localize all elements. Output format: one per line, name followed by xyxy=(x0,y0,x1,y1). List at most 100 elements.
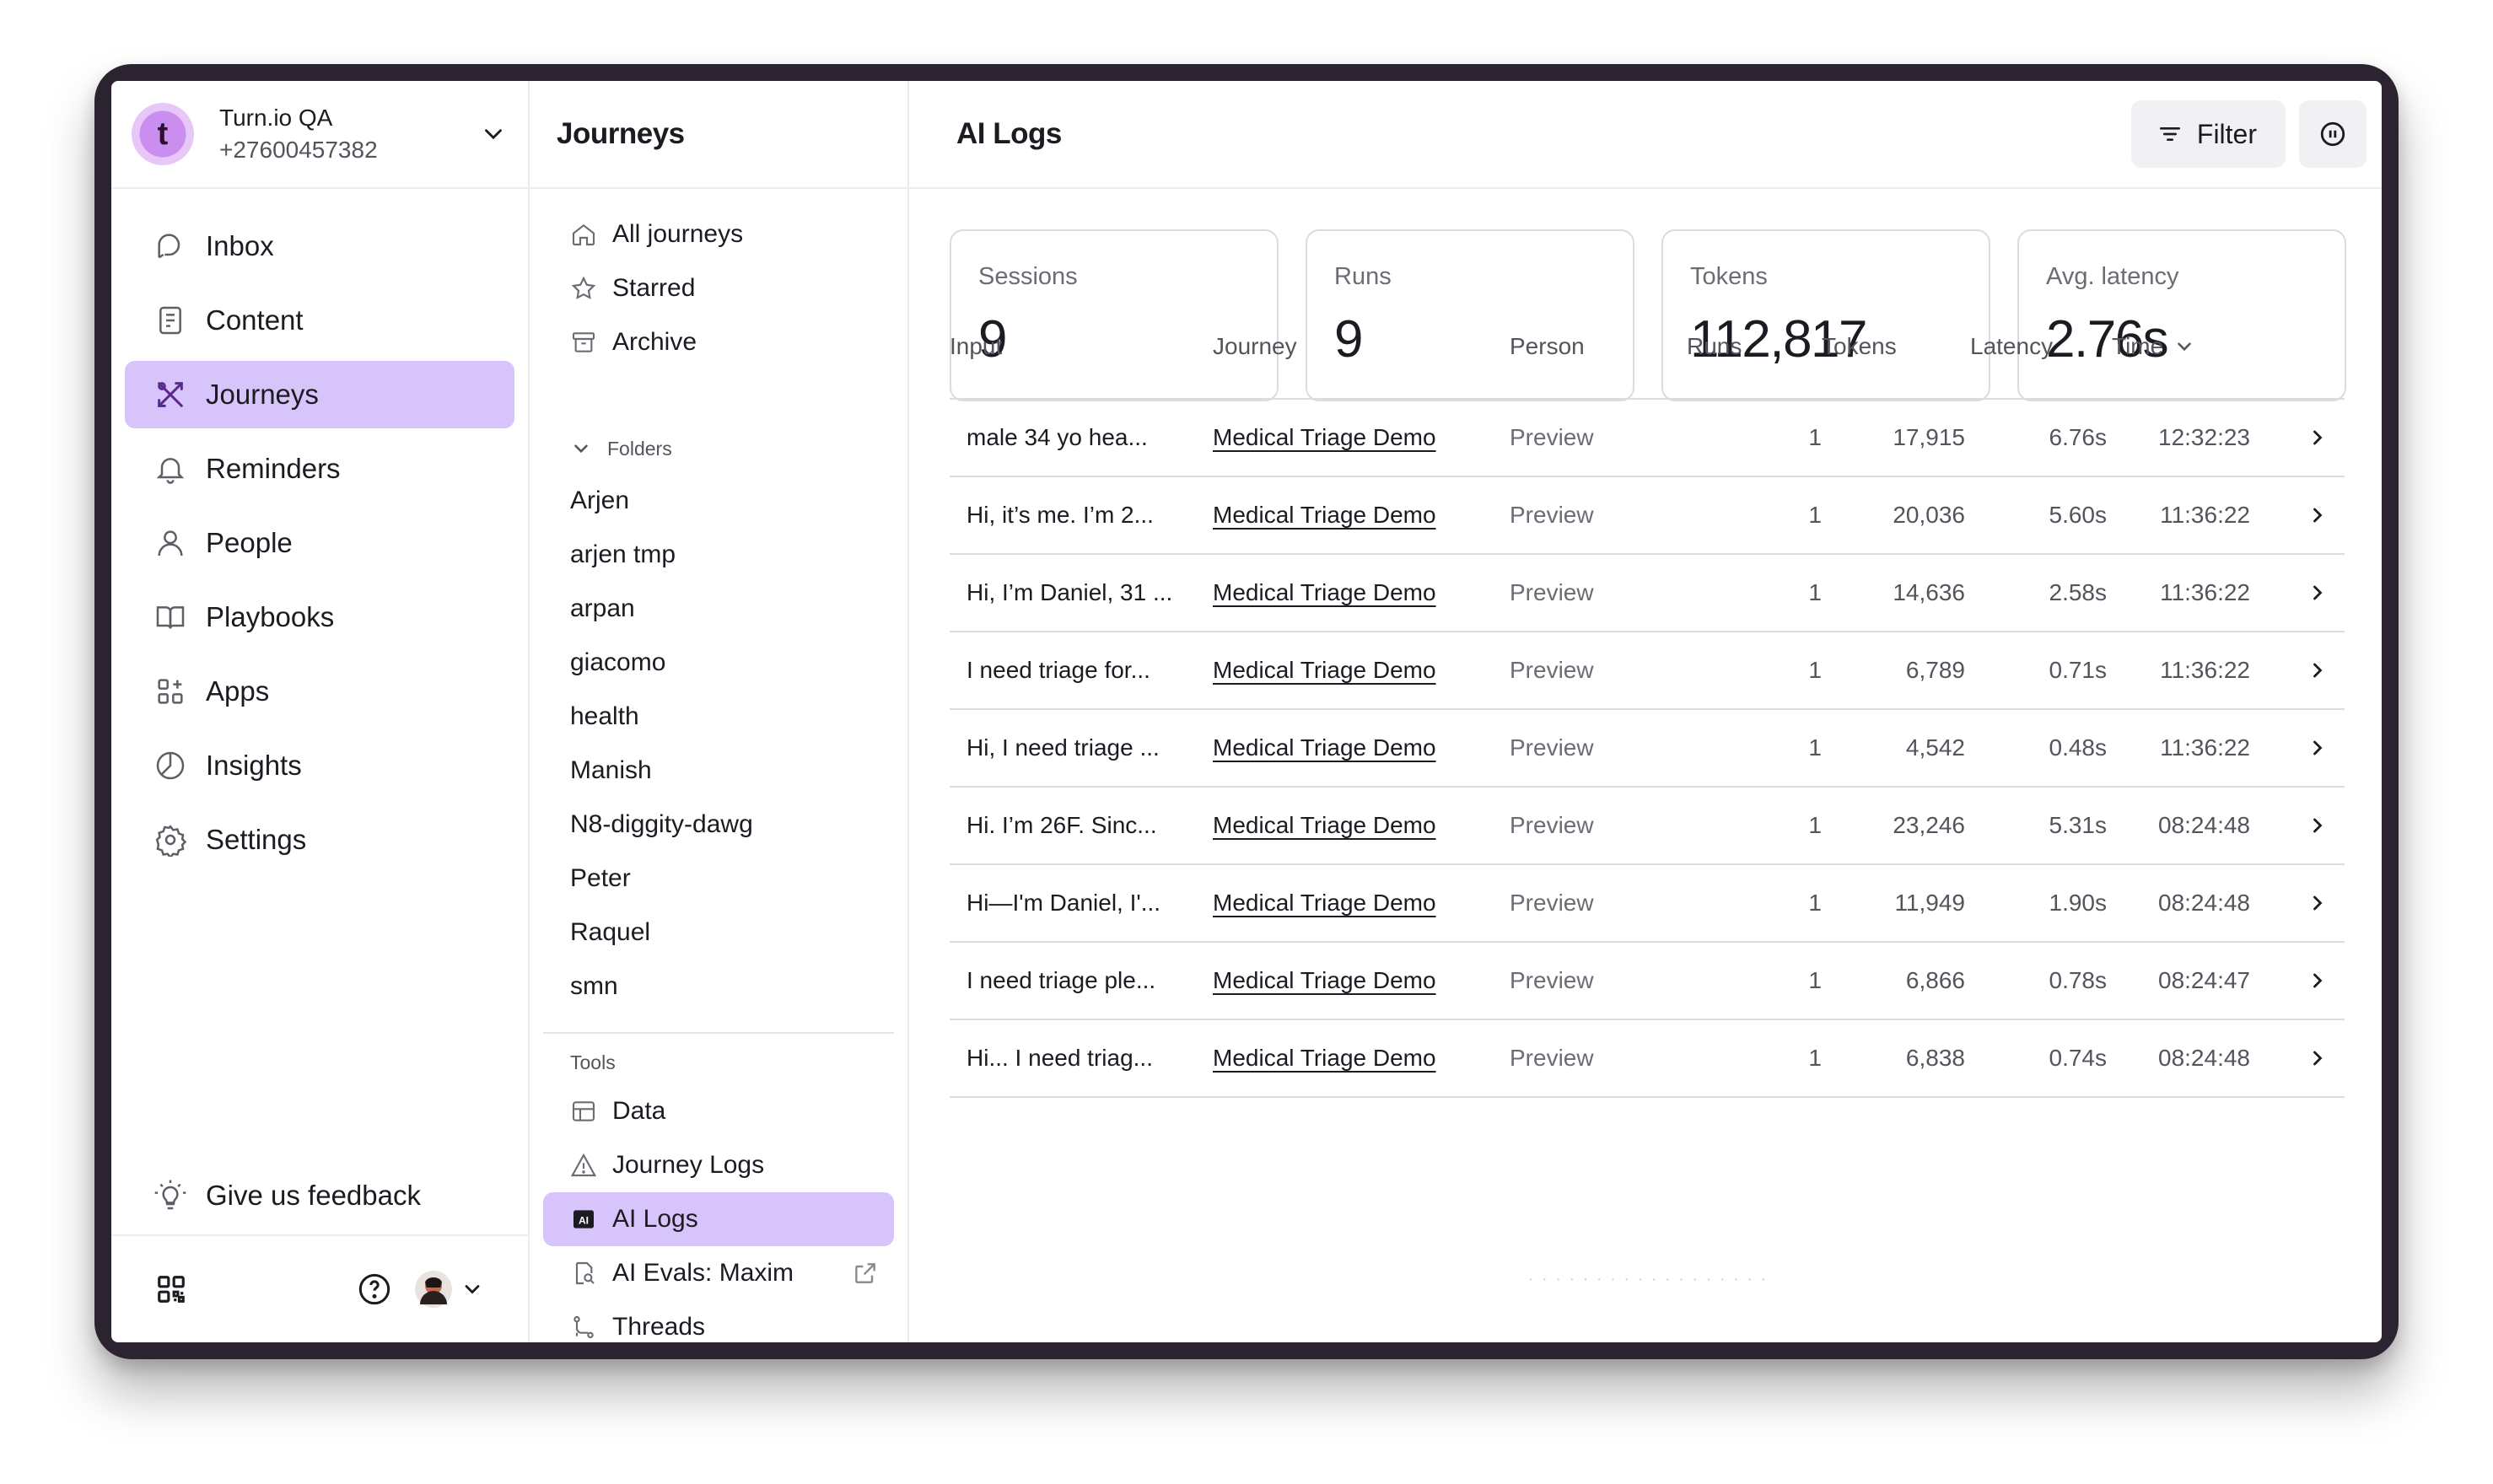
cell-latency: 6.76s xyxy=(1970,399,2112,477)
table-footer-text: · · · · · · · · · · · · · · · · · · xyxy=(1527,1270,1769,1288)
cell-open[interactable] xyxy=(2255,787,2345,865)
journey-link[interactable]: Medical Triage Demo xyxy=(1213,812,1436,838)
journey-link[interactable]: Medical Triage Demo xyxy=(1213,657,1436,683)
folder-item[interactable]: Raquel xyxy=(543,906,894,960)
cell-open[interactable] xyxy=(2255,1019,2345,1098)
cell-open[interactable] xyxy=(2255,399,2345,477)
journey-link[interactable]: Medical Triage Demo xyxy=(1213,1045,1436,1071)
table-row[interactable]: I need triage for... Medical Triage Demo P… xyxy=(950,632,2345,710)
journey-link[interactable]: Medical Triage Demo xyxy=(1213,579,1436,605)
table-row[interactable]: male 34 yo hea... Medical Triage Demo Prev… xyxy=(950,399,2345,477)
table-row[interactable]: Hi, I need triage ... Medical Triage Demo… xyxy=(950,709,2345,788)
journey-link[interactable]: Medical Triage Demo xyxy=(1213,424,1436,450)
chevron-right-icon[interactable] xyxy=(2306,814,2329,837)
table-row[interactable]: I need triage ple... Medical Triage Demo P… xyxy=(950,942,2345,1020)
tool-ai-logs[interactable]: AI AI Logs xyxy=(543,1192,894,1246)
folder-item[interactable]: smn xyxy=(543,960,894,1014)
column-header-time[interactable]: Time xyxy=(2112,295,2255,400)
cell-input: male 34 yo hea... xyxy=(950,399,1213,477)
journeys-archive[interactable]: Archive xyxy=(543,315,894,369)
chevron-right-icon[interactable] xyxy=(2306,581,2329,605)
table-row[interactable]: Hi—I'm Daniel, I'... Medical Triage Demo P… xyxy=(950,864,2345,943)
cell-time: 08:24:48 xyxy=(2112,1019,2255,1098)
nav-item-apps[interactable]: Apps xyxy=(125,658,514,725)
table-row[interactable]: Hi, it’s me. I’m 2... Medical Triage Demo… xyxy=(950,476,2345,555)
feedback-button[interactable]: Give us feedback xyxy=(125,1162,514,1229)
folder-item[interactable]: arpan xyxy=(543,582,894,636)
qr-code-icon[interactable] xyxy=(155,1273,187,1305)
journeys-all[interactable]: All journeys xyxy=(543,207,894,261)
user-avatar[interactable] xyxy=(413,1269,454,1309)
folder-item[interactable]: N8-diggity-dawg xyxy=(543,798,894,852)
pause-button[interactable] xyxy=(2299,100,2366,168)
chevron-right-icon[interactable] xyxy=(2306,969,2329,992)
chevron-down-icon[interactable] xyxy=(460,1277,484,1301)
column-header-latency[interactable]: Latency xyxy=(1970,295,2112,400)
nav-item-reminders[interactable]: Reminders xyxy=(125,435,514,503)
cell-runs: 1 xyxy=(1687,632,1822,710)
journey-link[interactable]: Medical Triage Demo xyxy=(1213,734,1436,761)
cell-open[interactable] xyxy=(2255,632,2345,710)
cell-latency: 2.58s xyxy=(1970,554,2112,632)
journey-link[interactable]: Medical Triage Demo xyxy=(1213,502,1436,528)
nav-item-insights[interactable]: Insights xyxy=(125,732,514,799)
cell-open[interactable] xyxy=(2255,554,2345,632)
cell-journey: Medical Triage Demo xyxy=(1213,864,1510,943)
column-header-person[interactable]: Person xyxy=(1510,295,1687,400)
chart-icon xyxy=(156,751,185,780)
account-switcher[interactable]: t Turn.io QA +27600457382 xyxy=(111,81,528,189)
folder-item[interactable]: arjen tmp xyxy=(543,528,894,582)
table-row[interactable]: Hi, I’m Daniel, 31 ... Medical Triage Dem… xyxy=(950,554,2345,632)
cell-journey: Medical Triage Demo xyxy=(1213,709,1510,788)
journey-link[interactable]: Medical Triage Demo xyxy=(1213,967,1436,993)
cell-open[interactable] xyxy=(2255,709,2345,788)
chevron-right-icon[interactable] xyxy=(2306,1046,2329,1070)
nav-item-label: People xyxy=(206,527,293,558)
chevron-right-icon[interactable] xyxy=(2306,659,2329,682)
nav-item-inbox[interactable]: Inbox xyxy=(125,212,514,280)
cell-open[interactable] xyxy=(2255,476,2345,555)
cell-open[interactable] xyxy=(2255,864,2345,943)
folders-toggle[interactable]: Folders xyxy=(543,423,894,474)
tool-threads[interactable]: Threads xyxy=(543,1300,894,1342)
tool-journey-logs[interactable]: Journey Logs xyxy=(543,1138,894,1192)
journeys-starred[interactable]: Starred xyxy=(543,261,894,315)
column-header-runs[interactable]: Runs xyxy=(1687,295,1822,400)
chevron-right-icon[interactable] xyxy=(2306,503,2329,527)
help-icon[interactable] xyxy=(358,1272,391,1306)
nav-item-settings[interactable]: Settings xyxy=(125,806,514,874)
cell-journey: Medical Triage Demo xyxy=(1213,942,1510,1020)
column-header-journey[interactable]: Journey xyxy=(1213,295,1510,400)
column-header-tokens[interactable]: Tokens xyxy=(1822,295,1970,400)
journey-link[interactable]: Medical Triage Demo xyxy=(1213,890,1436,916)
table-row[interactable]: Hi. I’m 26F. Sinc... Medical Triage Demo P… xyxy=(950,787,2345,865)
cell-runs: 1 xyxy=(1687,787,1822,865)
inbox-icon xyxy=(158,234,180,259)
table-icon xyxy=(572,1101,595,1121)
nav-item-people[interactable]: People xyxy=(125,509,514,577)
folder-item[interactable]: health xyxy=(543,690,894,744)
folder-item[interactable]: Peter xyxy=(543,852,894,906)
table-row[interactable]: Hi... I need triag... Medical Triage Demo… xyxy=(950,1019,2345,1098)
tool-data[interactable]: Data xyxy=(543,1084,894,1138)
folder-item[interactable]: Manish xyxy=(543,744,894,798)
warning-icon xyxy=(570,1153,597,1177)
folder-item[interactable]: giacomo xyxy=(543,636,894,690)
cell-runs: 1 xyxy=(1687,554,1822,632)
nav-item-content[interactable]: Content xyxy=(125,287,514,354)
chevron-down-icon[interactable] xyxy=(479,120,508,148)
svg-text:AI: AI xyxy=(579,1214,589,1226)
account-name: Turn.io QA xyxy=(219,105,333,131)
chevron-right-icon[interactable] xyxy=(2306,891,2329,915)
nav-item-journeys[interactable]: Journeys xyxy=(125,361,514,428)
stat-label: Avg. latency xyxy=(2046,263,2179,290)
chevron-right-icon[interactable] xyxy=(2306,426,2329,449)
cell-open[interactable] xyxy=(2255,942,2345,1020)
folder-item[interactable]: Arjen xyxy=(543,474,894,528)
column-header-input[interactable]: Input xyxy=(950,295,1213,400)
filter-button[interactable]: Filter xyxy=(2130,100,2286,168)
tool-ai-evals[interactable]: AI Evals: Maxim xyxy=(543,1246,894,1300)
nav-item-playbooks[interactable]: Playbooks xyxy=(125,583,514,651)
chevron-right-icon[interactable] xyxy=(2306,736,2329,760)
journeys-panel: Journeys All journeys Starred Archive Fo… xyxy=(530,81,909,1342)
